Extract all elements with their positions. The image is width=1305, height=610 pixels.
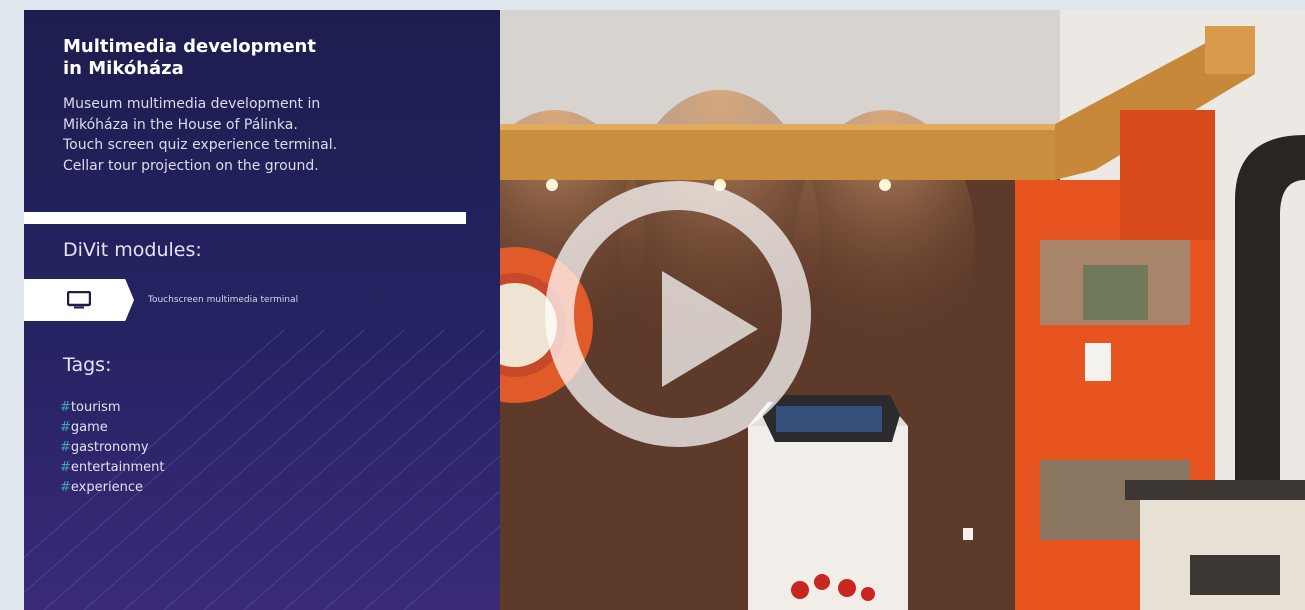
tag-link-experience[interactable]: #experience (60, 478, 165, 498)
description-line: Mikóháza in the House of Pálinka. (63, 116, 298, 133)
project-title-line2: in Mikóháza (63, 58, 184, 79)
project-card: Multimedia development in Mikóháza Museu… (24, 10, 1305, 610)
project-title: Multimedia development in Mikóháza (63, 36, 423, 80)
tag-list: #tourism #game #gastronomy #entertainmen… (60, 398, 165, 498)
divider-bar (24, 212, 466, 224)
description-line: Touch screen quiz experience terminal. (63, 137, 338, 153)
description-line: Cellar tour projection on the ground. (63, 157, 319, 174)
tags-heading: Tags: (63, 354, 112, 376)
tag-label: game (70, 420, 108, 435)
tag-label: experience (70, 480, 143, 495)
monitor-icon (67, 291, 91, 309)
tag-hash: # (60, 480, 71, 495)
tag-link-entertainment[interactable]: #entertainment (60, 458, 165, 478)
tag-label: tourism (70, 400, 121, 415)
project-info-panel: Multimedia development in Mikóháza Museu… (24, 10, 500, 610)
project-title-line1: Multimedia development (63, 36, 316, 57)
play-icon (662, 271, 758, 387)
tag-label: entertainment (70, 460, 165, 475)
tag-link-tourism[interactable]: #tourism (60, 398, 165, 418)
tag-hash: # (60, 420, 71, 435)
module-badge (24, 279, 134, 321)
tag-hash: # (60, 400, 71, 415)
modules-heading: DiVit modules: (63, 239, 202, 261)
project-description: Museum multimedia development in Mikóház… (63, 94, 443, 176)
play-button[interactable] (545, 181, 811, 447)
tag-link-game[interactable]: #game (60, 418, 165, 438)
tag-hash: # (60, 460, 71, 475)
tag-link-gastronomy[interactable]: #gastronomy (60, 438, 165, 458)
module-label: Touchscreen multimedia terminal (148, 295, 299, 305)
tag-label: gastronomy (70, 440, 149, 455)
tag-hash: # (60, 440, 71, 455)
video-player[interactable] (500, 10, 1305, 610)
description-line: Museum multimedia development in (63, 96, 321, 112)
module-item-touchscreen[interactable]: Touchscreen multimedia terminal (24, 279, 464, 321)
